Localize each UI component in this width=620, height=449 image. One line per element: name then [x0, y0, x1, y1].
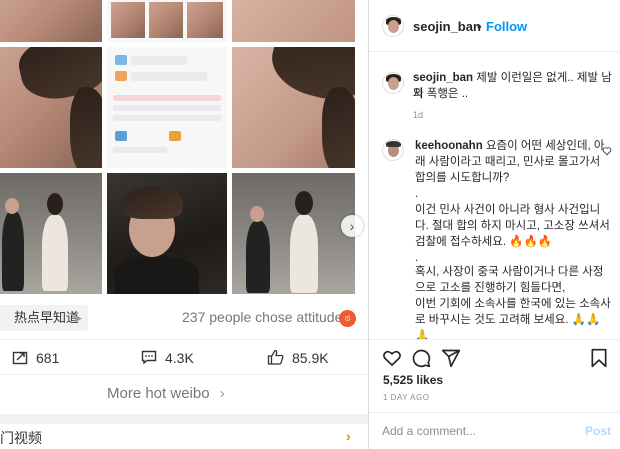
video-section-chevron-icon[interactable]: › [346, 428, 351, 444]
attitude-count-text: 237 people chose attitude [182, 309, 343, 325]
weibo-post-panel: › 热点早知道 ▶ 237 people chose attitude ಠ 68… [0, 0, 368, 449]
tag-arrow-icon: ▶ [75, 313, 82, 323]
bookmark-icon[interactable] [590, 348, 608, 368]
post-date: 1 DAY AGO [383, 393, 430, 402]
hot-topic-tag[interactable]: 热点早知道 ▶ [0, 305, 88, 331]
likes-count[interactable]: 5,525 likes [383, 373, 443, 387]
divider [369, 51, 620, 52]
photo-ear-hairline[interactable] [232, 47, 355, 168]
section-separator [0, 414, 368, 424]
hot-topic-label: 热点早知道 [14, 310, 80, 325]
comment-line-10: 이번 기회에 소속사를 한국에 있는 소속사 [415, 298, 611, 310]
comment-line-5: 다. 절대 합의 하지 마시고, 고소장 쓰셔서 [415, 220, 610, 232]
comment-line-0: 요즘이 어떤 세상인데, 아 [485, 140, 605, 152]
comment-line-9: 으로 고소를 진행하기 힘들다면, [415, 282, 566, 294]
instagram-post-panel: seojin_ban • Follow seojin_ban 제발 이런일은 없… [368, 0, 620, 449]
caption-line-2: 의 폭행은 .. [413, 88, 469, 100]
commenter-username[interactable]: keehoonahn [415, 140, 483, 152]
photo-man-selfie[interactable] [107, 173, 227, 294]
more-hot-label: More hot weibo [107, 385, 210, 402]
comment-line-4: 이건 민사 사건이 아니라 형사 사건입니 [415, 204, 601, 216]
divider [0, 374, 368, 375]
photo-app-screenshot-top[interactable] [107, 0, 227, 42]
comment-line-11: 로 바꾸시는 것도 고려해 보세요. 🙏🙏 [415, 314, 601, 326]
comment-line-12: 🙏 [415, 330, 430, 339]
gallery-next-arrow-icon[interactable]: › [341, 215, 363, 237]
caption-avatar[interactable] [382, 72, 404, 94]
comment-line: keehoonahn 요즘이 어떤 세상인데, 아 [415, 138, 605, 154]
photo-neck-top[interactable] [232, 0, 355, 42]
photo-street-scene-1[interactable] [0, 173, 102, 294]
header-avatar[interactable] [382, 15, 404, 37]
divider [369, 412, 620, 413]
repost-icon [12, 351, 28, 365]
chevron-right-icon: › [219, 385, 225, 402]
header-username[interactable]: seojin_ban [413, 19, 481, 34]
heart-icon[interactable] [382, 348, 402, 368]
follow-button[interactable]: Follow [486, 19, 527, 34]
angry-emoji-icon[interactable]: ಠ [339, 310, 356, 327]
comment-line-1: 래 사람이라고 때리고, 민사로 몰고가서 [415, 156, 601, 168]
video-section-title: 门视频 [0, 430, 42, 446]
comment-like-heart-icon[interactable] [602, 143, 612, 161]
more-hot-weibo-link[interactable]: More hot weibo › [107, 385, 225, 402]
caption-timestamp: 1d [413, 110, 424, 120]
share-icon[interactable] [441, 348, 461, 368]
comment-line-6: 검찰에 접수하세요. 🔥🔥🔥 [415, 236, 553, 248]
caption-username[interactable]: seojin_ban [413, 72, 473, 84]
commenter-avatar[interactable] [382, 139, 404, 161]
like-count: 85.9K [292, 350, 329, 366]
photo-forehead-top-1[interactable] [0, 0, 102, 42]
divider [369, 339, 620, 340]
photo-street-scene-2[interactable] [232, 173, 355, 294]
comment-bubble-icon[interactable] [411, 348, 431, 368]
comment-line-3: . [415, 188, 419, 200]
comment-line-8: 혹시, 사장이 중국 사람이거나 다른 사정 [415, 266, 604, 278]
post-comment-button[interactable]: Post [585, 424, 611, 438]
photo-hairline-left[interactable] [0, 47, 102, 168]
add-comment-input[interactable] [382, 422, 562, 440]
comment-icon [141, 350, 157, 365]
thumbs-up-icon [267, 349, 284, 365]
comment-line-2: 합의를 시도합니까? [415, 172, 510, 184]
divider [0, 339, 368, 340]
separator-dot: • [477, 19, 482, 34]
comment-count: 4.3K [165, 350, 194, 366]
repost-count: 681 [36, 350, 60, 366]
photo-app-profile-screenshot[interactable] [107, 47, 227, 168]
